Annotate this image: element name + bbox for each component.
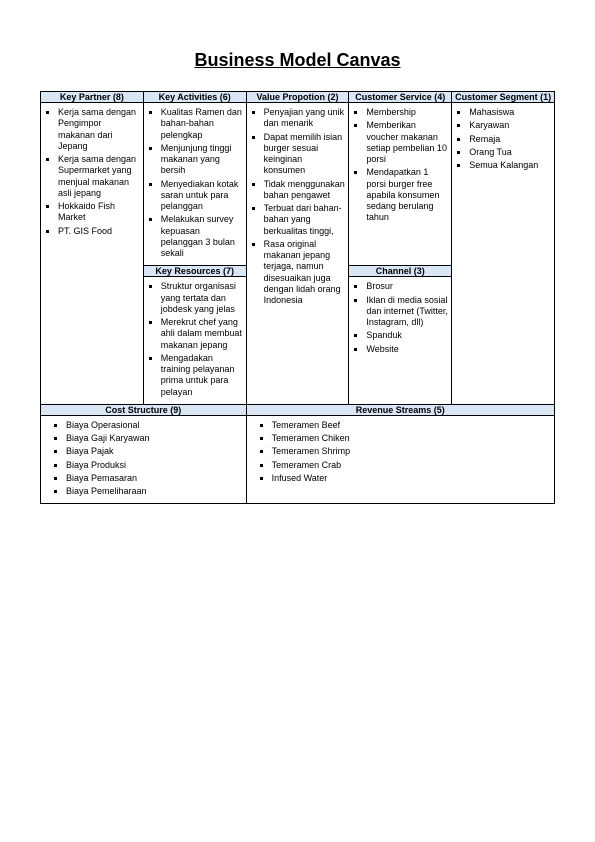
list-key-partner: Kerja sama dengan Pengimpor makanan dari… xyxy=(44,107,140,237)
header-cost-structure: Cost Structure (9) xyxy=(41,404,247,415)
header-key-activities: Key Activities (6) xyxy=(143,92,246,103)
list-item: Temeramen Crab xyxy=(272,460,551,471)
list-item: Biaya Gaji Karyawan xyxy=(66,433,243,444)
list-item: PT. GIS Food xyxy=(58,226,140,237)
list-key-resources: Struktur organisasi yang tertata dan job… xyxy=(147,281,243,398)
cell-channel: Brosur Iklan di media sosial dan interne… xyxy=(349,277,452,405)
cell-key-resources: Struktur organisasi yang tertata dan job… xyxy=(143,277,246,405)
list-cost-structure: Biaya Operasional Biaya Gaji Karyawan Bi… xyxy=(44,420,243,498)
list-item: Menyediakan kotak saran untuk para pelan… xyxy=(161,179,243,213)
list-item: Remaja xyxy=(469,134,551,145)
list-item: Biaya Pajak xyxy=(66,446,243,457)
list-item: Penyajian yang unik dan menarik xyxy=(264,107,346,130)
list-item: Iklan di media sosial dan internet (Twit… xyxy=(366,295,448,329)
list-item: Temeramen Shrimp xyxy=(272,446,551,457)
list-item: Memberikan voucher makanan setiap pembel… xyxy=(366,120,448,165)
list-item: Hokkaido Fish Market xyxy=(58,201,140,224)
header-customer-segment: Customer Segment (1) xyxy=(452,92,555,103)
list-item: Tidak menggunakan bahan pengawet xyxy=(264,179,346,202)
list-item: Kerja sama dengan Pengimpor makanan dari… xyxy=(58,107,140,152)
cell-key-partner: Kerja sama dengan Pengimpor makanan dari… xyxy=(41,103,144,405)
list-item: Membership xyxy=(366,107,448,118)
header-channel: Channel (3) xyxy=(349,266,452,277)
cell-revenue-streams: Temeramen Beef Temeramen Chiken Temerame… xyxy=(246,415,554,504)
header-value-proposition: Value Propotion (2) xyxy=(246,92,349,103)
cell-value-proposition: Penyajian yang unik dan menarik Dapat me… xyxy=(246,103,349,405)
list-item: Kerja sama dengan Supermarket yang menju… xyxy=(58,154,140,199)
list-item: Temeramen Chiken xyxy=(272,433,551,444)
header-customer-service: Customer Service (4) xyxy=(349,92,452,103)
list-item: Melakukan survey kepuasan pelanggan 3 bu… xyxy=(161,214,243,259)
list-item: Orang Tua xyxy=(469,147,551,158)
cell-customer-segment: Mahasiswa Karyawan Remaja Orang Tua Semu… xyxy=(452,103,555,405)
cell-key-activities: Kualitas Ramen dan bahan-bahan pelengkap… xyxy=(143,103,246,266)
list-item: Merekrut chef yang ahli dalam membuat ma… xyxy=(161,317,243,351)
list-value-proposition: Penyajian yang unik dan menarik Dapat me… xyxy=(250,107,346,306)
list-item: Website xyxy=(366,344,448,355)
list-item: Kualitas Ramen dan bahan-bahan pelengkap xyxy=(161,107,243,141)
cell-customer-service: Membership Memberikan voucher makanan se… xyxy=(349,103,452,266)
list-item: Spanduk xyxy=(366,330,448,341)
list-item: Infused Water xyxy=(272,473,551,484)
list-item: Biaya Produksi xyxy=(66,460,243,471)
list-item: Struktur organisasi yang tertata dan job… xyxy=(161,281,243,315)
list-item: Mengadakan training pelayanan prima untu… xyxy=(161,353,243,398)
list-channel: Brosur Iklan di media sosial dan interne… xyxy=(352,281,448,355)
cell-cost-structure: Biaya Operasional Biaya Gaji Karyawan Bi… xyxy=(41,415,247,504)
list-item: Mendapatkan 1 porsi burger free apabila … xyxy=(366,167,448,223)
page-title: Business Model Canvas xyxy=(40,50,555,71)
list-key-activities: Kualitas Ramen dan bahan-bahan pelengkap… xyxy=(147,107,243,259)
bmc-table: Key Partner (8) Key Activities (6) Value… xyxy=(40,91,555,504)
header-key-resources: Key Resources (7) xyxy=(143,266,246,277)
list-revenue-streams: Temeramen Beef Temeramen Chiken Temerame… xyxy=(250,420,551,484)
list-item: Brosur xyxy=(366,281,448,292)
header-revenue-streams: Revenue Streams (5) xyxy=(246,404,554,415)
list-item: Biaya Pemeliharaan xyxy=(66,486,243,497)
list-item: Menjunjung tinggi makanan yang bersih xyxy=(161,143,243,177)
list-customer-segment: Mahasiswa Karyawan Remaja Orang Tua Semu… xyxy=(455,107,551,171)
list-item: Biaya Operasional xyxy=(66,420,243,431)
list-item: Temeramen Beef xyxy=(272,420,551,431)
list-item: Mahasiswa xyxy=(469,107,551,118)
list-item: Rasa original makanan jepang terjaga, na… xyxy=(264,239,346,307)
list-item: Semua Kalangan xyxy=(469,160,551,171)
list-customer-service: Membership Memberikan voucher makanan se… xyxy=(352,107,448,224)
header-key-partner: Key Partner (8) xyxy=(41,92,144,103)
list-item: Biaya Pemasaran xyxy=(66,473,243,484)
list-item: Terbuat dari bahan-bahan yang berkualita… xyxy=(264,203,346,237)
list-item: Karyawan xyxy=(469,120,551,131)
list-item: Dapat memilih isian burger sesuai keingi… xyxy=(264,132,346,177)
